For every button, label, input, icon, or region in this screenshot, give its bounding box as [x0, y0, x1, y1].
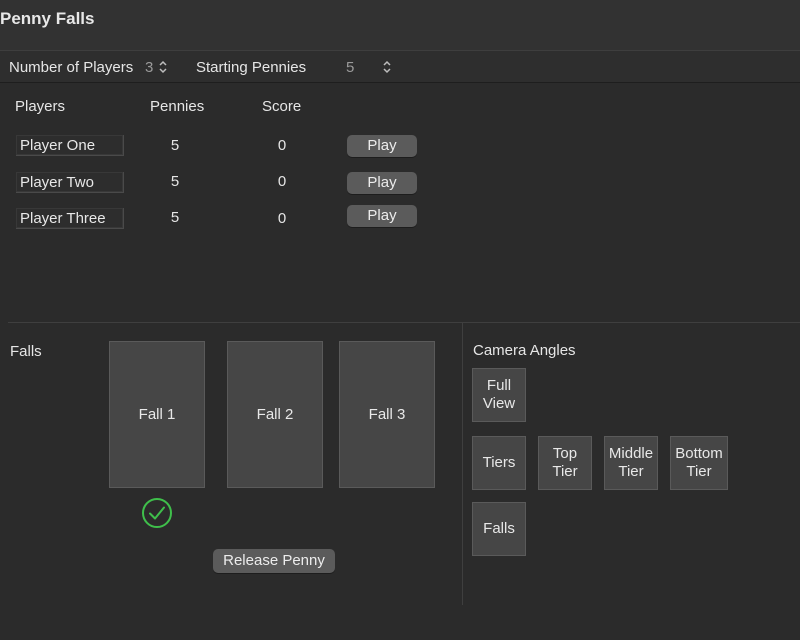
middle-tier-camera-button[interactable]: Middle Tier	[604, 436, 658, 490]
full-view-camera-button[interactable]: Full View	[472, 368, 526, 422]
players-column-header: Players	[15, 98, 66, 115]
player-name-field[interactable]: Player Two	[16, 172, 124, 193]
top-tier-camera-button[interactable]: Top Tier	[538, 436, 592, 490]
settings-bar: Number of Players 3 Starting Pennies 5	[0, 51, 800, 83]
play-button[interactable]: Play	[347, 172, 417, 194]
play-button[interactable]: Play	[347, 205, 417, 227]
fall-2-button[interactable]: Fall 2	[227, 341, 323, 488]
player-name-field[interactable]: Player One	[16, 135, 124, 156]
number-of-players-label: Number of Players	[9, 59, 134, 76]
falls-label: Falls	[10, 343, 42, 360]
number-of-players-value[interactable]: 3	[145, 59, 153, 76]
middle-tier-label: Middle Tier	[608, 445, 654, 480]
play-button[interactable]: Play	[347, 135, 417, 157]
checkmark-circle-icon	[142, 498, 172, 528]
pennies-stepper-icon[interactable]	[381, 59, 393, 75]
player-score: 0	[277, 173, 287, 190]
starting-pennies-label: Starting Pennies	[196, 59, 307, 76]
player-score: 0	[277, 210, 287, 227]
bottom-tier-label: Bottom Tier	[675, 445, 723, 480]
full-view-label: Full View	[482, 377, 516, 412]
top-tier-label: Top Tier	[552, 445, 578, 480]
section-divider	[8, 322, 800, 323]
players-stepper-icon[interactable]	[157, 59, 169, 75]
tiers-camera-button[interactable]: Tiers	[472, 436, 526, 490]
bottom-tier-camera-button[interactable]: Bottom Tier	[670, 436, 728, 490]
release-penny-button[interactable]: Release Penny	[213, 549, 335, 573]
title-bar: Penny Falls	[0, 0, 800, 51]
starting-pennies-value[interactable]: 5	[346, 59, 354, 76]
player-score: 0	[277, 137, 287, 154]
fall-3-button[interactable]: Fall 3	[339, 341, 435, 488]
player-pennies: 5	[170, 137, 180, 154]
player-pennies: 5	[170, 209, 180, 226]
falls-camera-button[interactable]: Falls	[472, 502, 526, 556]
camera-angles-label: Camera Angles	[473, 342, 576, 359]
window-title: Penny Falls	[0, 9, 95, 28]
pennies-column-header: Pennies	[150, 98, 205, 115]
player-name-field[interactable]: Player Three	[16, 208, 124, 229]
score-column-header: Score	[262, 98, 302, 115]
tiers-label: Tiers	[482, 454, 516, 471]
falls-camera-label: Falls	[483, 520, 515, 537]
player-pennies: 5	[170, 173, 180, 190]
panel-divider	[462, 323, 463, 605]
fall-1-button[interactable]: Fall 1	[109, 341, 205, 488]
